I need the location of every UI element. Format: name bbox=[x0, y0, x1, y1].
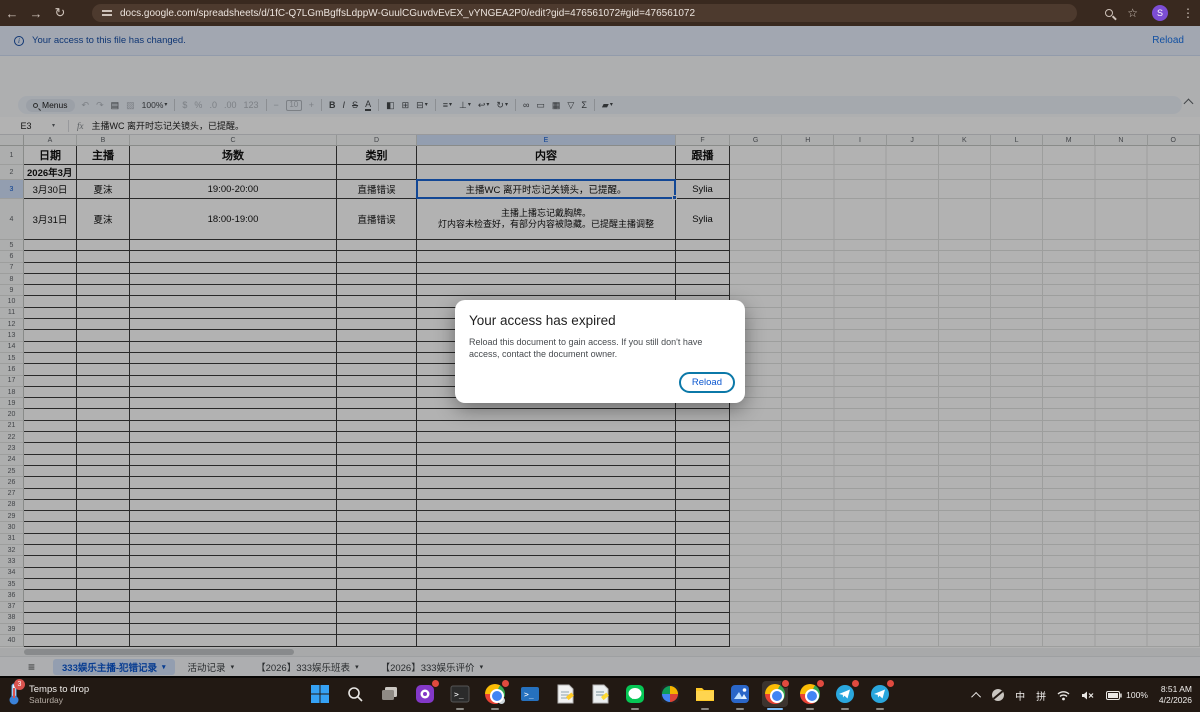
file-explorer-button[interactable] bbox=[692, 681, 718, 707]
ime-language[interactable]: 中 bbox=[1015, 688, 1025, 703]
battery-icon bbox=[1106, 691, 1122, 700]
notepad-button[interactable] bbox=[552, 681, 578, 707]
volume-muted-icon[interactable] bbox=[1081, 690, 1095, 701]
clock-time: 8:51 AM bbox=[1159, 684, 1192, 695]
task-view-button[interactable] bbox=[377, 681, 403, 707]
running-indicator bbox=[767, 708, 783, 710]
running-indicator bbox=[806, 708, 814, 710]
notepad-2-button[interactable] bbox=[587, 681, 613, 707]
running-indicator bbox=[631, 708, 639, 710]
chat-app-button[interactable] bbox=[412, 681, 438, 707]
access-expired-dialog: Your access has expired Reload this docu… bbox=[455, 300, 745, 403]
battery-indicator[interactable]: 100% bbox=[1106, 690, 1148, 700]
running-indicator bbox=[841, 708, 849, 710]
bookmark-icon[interactable]: ☆ bbox=[1127, 6, 1138, 20]
notification-badge bbox=[431, 679, 440, 688]
system-tray: 中 拼 100% 8:51 AM 4/2/2026 bbox=[974, 681, 1192, 709]
dialog-body: Reload this document to gain access. If … bbox=[469, 337, 731, 360]
line-button[interactable] bbox=[622, 681, 648, 707]
dialog-title: Your access has expired bbox=[469, 313, 731, 328]
chrome-profile-button[interactable] bbox=[482, 681, 508, 707]
notification-badge bbox=[886, 679, 895, 688]
photos-button[interactable] bbox=[727, 681, 753, 707]
search-button[interactable] bbox=[342, 681, 368, 707]
notification-badge bbox=[816, 679, 825, 688]
telegram-button[interactable] bbox=[832, 681, 858, 707]
start-button[interactable] bbox=[307, 681, 333, 707]
colorful-app-button[interactable] bbox=[657, 681, 683, 707]
do-not-disturb-icon[interactable] bbox=[992, 689, 1004, 701]
terminal-button[interactable]: >_ bbox=[447, 681, 473, 707]
back-icon[interactable]: ← bbox=[0, 6, 24, 21]
browser-actions: ☆ S ⋮ bbox=[1105, 0, 1194, 26]
browser-toolbar: ← → ↻ docs.google.com/spreadsheets/d/1fC… bbox=[0, 0, 1200, 26]
notification-badge bbox=[851, 679, 860, 688]
running-indicator bbox=[876, 708, 884, 710]
screen: ← → ↻ docs.google.com/spreadsheets/d/1fC… bbox=[0, 0, 1200, 712]
forward-icon[interactable]: → bbox=[24, 6, 48, 21]
zoom-icon[interactable] bbox=[1105, 9, 1113, 17]
notification-badge bbox=[501, 679, 510, 688]
battery-percent: 100% bbox=[1126, 690, 1148, 700]
weather-badge: 3 bbox=[14, 679, 25, 690]
clock-date: 4/2/2026 bbox=[1159, 695, 1192, 706]
running-indicator bbox=[701, 708, 709, 710]
ime-mode[interactable]: 拼 bbox=[1036, 688, 1046, 703]
running-indicator bbox=[736, 708, 744, 710]
reload-icon[interactable]: ↻ bbox=[48, 5, 72, 21]
telegram-2-button[interactable] bbox=[867, 681, 893, 707]
running-indicator bbox=[456, 708, 464, 710]
taskbar: 3 Temps to drop Saturday >_>_ 中 拼 100% bbox=[0, 676, 1200, 712]
svg-text:>_: >_ bbox=[524, 690, 534, 699]
powershell-button[interactable]: >_ bbox=[517, 681, 543, 707]
url-text[interactable]: docs.google.com/spreadsheets/d/1fC-Q7LGm… bbox=[120, 8, 695, 19]
chrome-2-button[interactable] bbox=[797, 681, 823, 707]
chrome-active-button[interactable] bbox=[762, 681, 788, 707]
running-indicator bbox=[491, 708, 499, 710]
browser-avatar[interactable]: S bbox=[1152, 5, 1168, 21]
wifi-icon[interactable] bbox=[1057, 690, 1070, 701]
address-bar[interactable]: docs.google.com/spreadsheets/d/1fC-Q7LGm… bbox=[92, 4, 1077, 22]
svg-text:>_: >_ bbox=[454, 690, 464, 699]
dialog-reload-button[interactable]: Reload bbox=[679, 372, 735, 393]
browser-menu-icon[interactable]: ⋮ bbox=[1182, 6, 1194, 20]
site-info-icon[interactable] bbox=[102, 9, 112, 17]
notification-badge bbox=[781, 679, 790, 688]
taskbar-clock[interactable]: 8:51 AM 4/2/2026 bbox=[1159, 684, 1192, 706]
